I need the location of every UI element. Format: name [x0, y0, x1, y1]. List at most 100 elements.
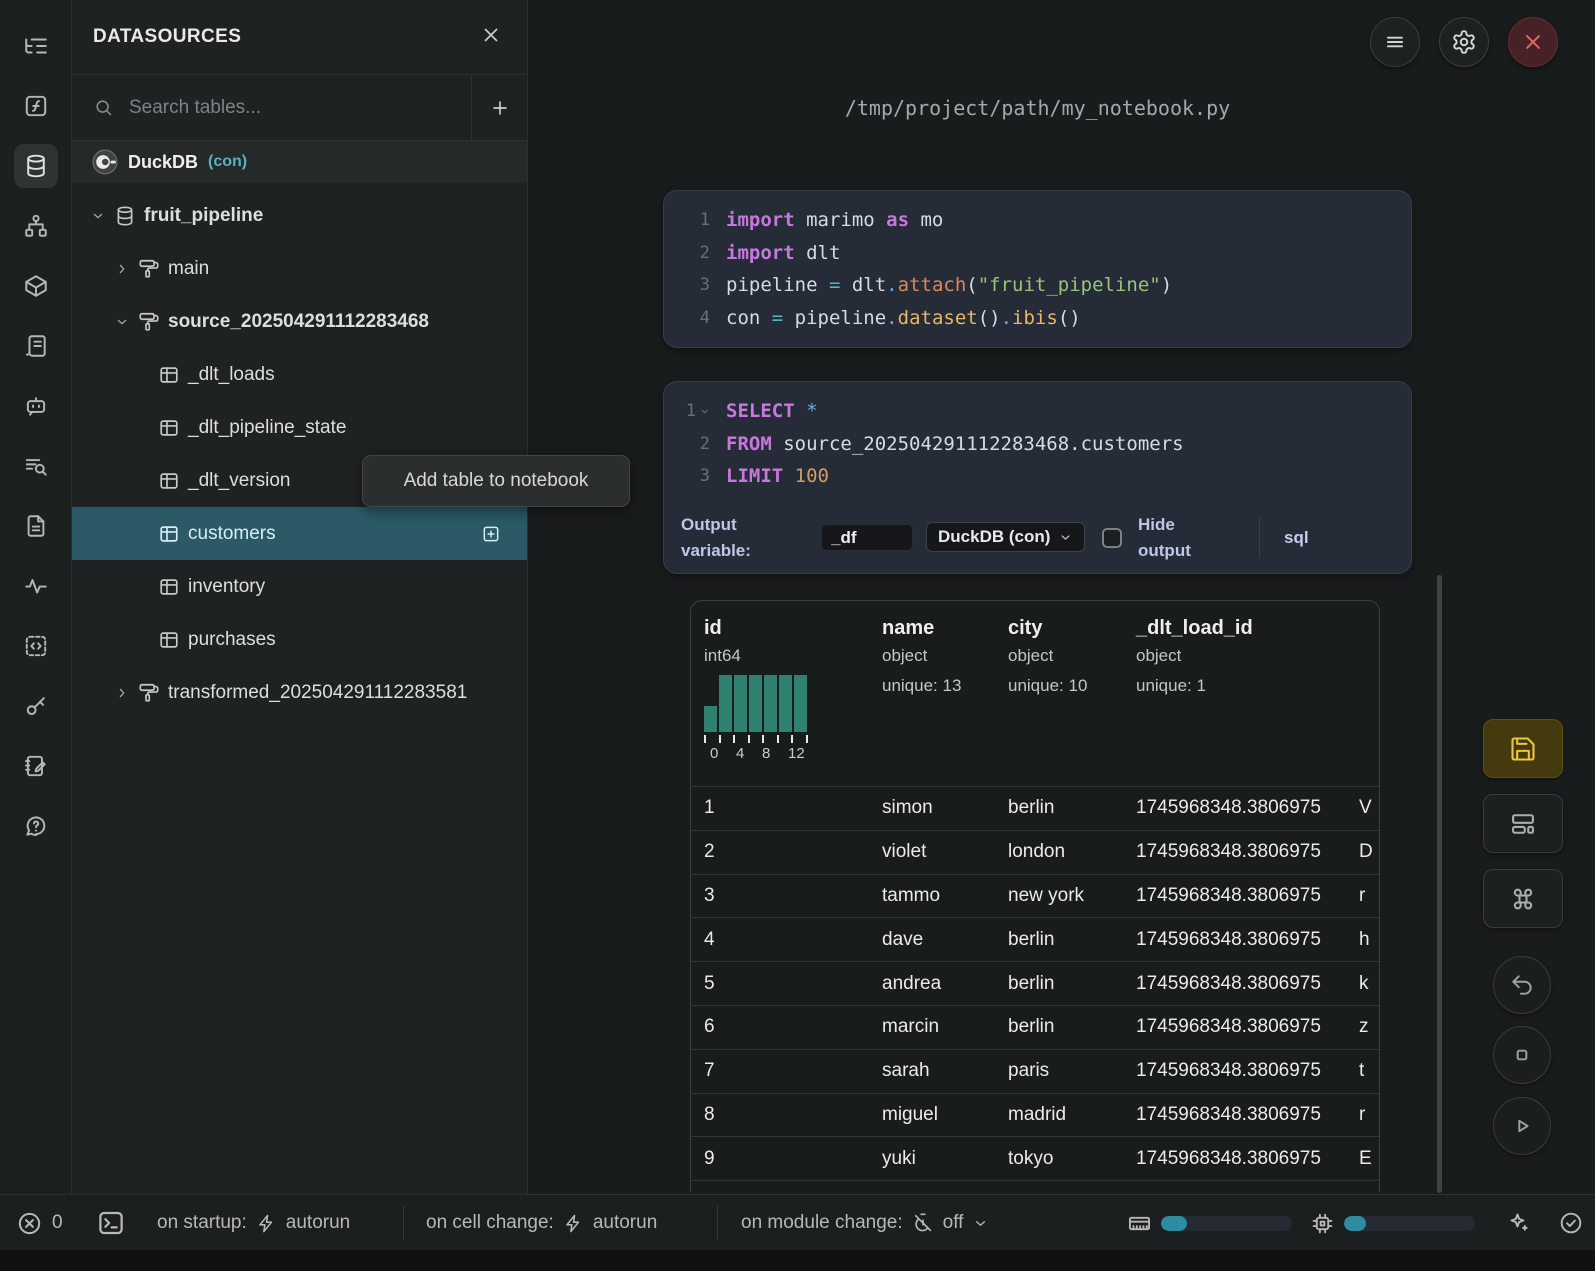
- sidebar-trace-search-button[interactable]: [14, 444, 58, 488]
- column-header-id[interactable]: idint6404812: [691, 617, 869, 786]
- terminal-button[interactable]: [96, 1195, 126, 1251]
- sidebar-help-button[interactable]: [14, 804, 58, 848]
- sidebar-secrets-key-button[interactable]: [14, 684, 58, 728]
- function-icon: [23, 93, 49, 119]
- tree-item-purchases[interactable]: purchases: [72, 613, 527, 666]
- sidebar-package-button[interactable]: [14, 264, 58, 308]
- tree-item-source_202504291112283468[interactable]: source_202504291112283468: [72, 295, 527, 348]
- chevron-down-icon[interactable]: [114, 314, 130, 330]
- table-icon: [158, 629, 180, 651]
- code-line[interactable]: 3pipeline = dlt.attach("fruit_pipeline"): [664, 269, 1411, 302]
- vertical-scrollbar[interactable]: [1437, 575, 1442, 1193]
- snippets-icon: [23, 633, 49, 659]
- tree-item-label: fruit_pipeline: [144, 205, 263, 227]
- add-table-to-notebook-button[interactable]: [481, 524, 501, 544]
- command-palette-button[interactable]: [1483, 869, 1563, 928]
- tree-item-_dlt_loads[interactable]: _dlt_loads: [72, 348, 527, 401]
- undo-button[interactable]: [1493, 956, 1551, 1014]
- language-badge-sql[interactable]: sql: [1284, 528, 1309, 548]
- schema-icon: [138, 258, 160, 280]
- circle-x-icon: [16, 1210, 43, 1237]
- table-cell: 2: [691, 841, 869, 863]
- duckdb-logo: [92, 149, 118, 175]
- code-line[interactable]: 3LIMIT 100: [664, 460, 1411, 493]
- code-line[interactable]: 4con = pipeline.dataset().ibis(): [664, 302, 1411, 335]
- table-cell: violet: [869, 841, 995, 863]
- sidebar-snippets-button[interactable]: [14, 624, 58, 668]
- table-row: 2violetlondon1745968348.3806975D: [691, 830, 1379, 874]
- column-dtype: object: [1136, 646, 1353, 666]
- sidebar-database-button[interactable]: [14, 144, 58, 188]
- code-cell-python[interactable]: 1import marimo as mo2import dlt3pipeline…: [663, 190, 1412, 348]
- code-cell-sql[interactable]: 1SELECT *2FROM source_202504291112283468…: [663, 381, 1412, 574]
- table-cell: r: [1353, 1104, 1379, 1126]
- column-header-_dlt_load_id[interactable]: _dlt_load_idobjectunique: 1: [1123, 617, 1353, 786]
- settings-button[interactable]: [1439, 17, 1489, 67]
- column-header-city[interactable]: cityobjectunique: 10: [995, 617, 1123, 786]
- table-cell: madrid: [995, 1104, 1123, 1126]
- sidebar-chat-bot-button[interactable]: [14, 384, 58, 428]
- save-button[interactable]: [1483, 719, 1563, 778]
- code-line[interactable]: 2FROM source_202504291112283468.customer…: [664, 428, 1411, 461]
- scratchpad-icon: [23, 753, 49, 779]
- on-module-change-toggle[interactable]: on module change: off: [741, 1195, 989, 1251]
- sidebar-file-tree-button[interactable]: [14, 24, 58, 68]
- run-button[interactable]: [1493, 1097, 1551, 1155]
- tree-item-transformed_202504291112283581[interactable]: transformed_202504291112283581: [72, 666, 527, 719]
- table-row: 3tammonew york1745968348.3806975r: [691, 874, 1379, 918]
- tree-item-fruit_pipeline[interactable]: fruit_pipeline: [72, 189, 527, 242]
- menu-button[interactable]: [1370, 17, 1420, 67]
- run-icon: [1509, 1113, 1535, 1139]
- add-datasource-button[interactable]: [471, 75, 527, 140]
- fold-chevron-icon[interactable]: [699, 406, 710, 417]
- window-bottom-edge: [0, 1250, 1595, 1271]
- tree-item-customers[interactable]: customers: [72, 507, 527, 560]
- tree-item-main[interactable]: main: [72, 242, 527, 295]
- code-line[interactable]: 1SELECT *: [664, 395, 1411, 428]
- on-cell-change-toggle[interactable]: on cell change: autorun: [426, 1195, 657, 1251]
- table-cell: marcin: [869, 1016, 995, 1038]
- layout-button[interactable]: [1483, 794, 1563, 853]
- table-cell: london: [995, 841, 1123, 863]
- output-variable-input[interactable]: [821, 524, 913, 551]
- connection-status-button[interactable]: [1558, 1195, 1584, 1251]
- line-number: 3: [664, 466, 726, 486]
- search-tables-input[interactable]: [127, 96, 471, 120]
- chevron-right-icon[interactable]: [114, 685, 130, 701]
- chevron-right-icon[interactable]: [114, 261, 130, 277]
- sidebar-logs-button[interactable]: [14, 324, 58, 368]
- errors-indicator[interactable]: 0: [16, 1195, 63, 1251]
- column-header-name[interactable]: nameobjectunique: 13: [869, 617, 995, 786]
- sidebar-documentation-button[interactable]: [14, 504, 58, 548]
- python-code-editor[interactable]: 1import marimo as mo2import dlt3pipeline…: [664, 191, 1411, 334]
- memory-meter: [1127, 1195, 1292, 1251]
- shutdown-button[interactable]: [1508, 17, 1558, 67]
- code-text: pipeline = dlt.attach("fruit_pipeline"): [726, 274, 1172, 296]
- tree-item-inventory[interactable]: inventory: [72, 560, 527, 613]
- engine-select[interactable]: DuckDB (con): [926, 522, 1085, 552]
- datasources-header: DATASOURCES: [72, 0, 527, 75]
- code-line[interactable]: 1import marimo as mo: [664, 204, 1411, 237]
- hide-output-checkbox[interactable]: [1102, 528, 1122, 548]
- tree-item-_dlt_pipeline_state[interactable]: _dlt_pipeline_state: [72, 401, 527, 454]
- line-number: 1: [664, 210, 726, 230]
- close-panel-button[interactable]: [479, 23, 503, 52]
- table-row: 7sarahparis1745968348.3806975t: [691, 1049, 1379, 1093]
- table-cell: D: [1353, 841, 1379, 863]
- sidebar-function-button[interactable]: [14, 84, 58, 128]
- tooltip-add-table: Add table to notebook: [362, 455, 630, 507]
- duckdb-connection-row[interactable]: DuckDB (con): [72, 141, 527, 183]
- on-startup-toggle[interactable]: on startup: autorun: [157, 1195, 350, 1251]
- chevron-down-icon[interactable]: [90, 208, 106, 224]
- sidebar-dependency-graph-button[interactable]: [14, 204, 58, 248]
- stop-button[interactable]: [1493, 1026, 1551, 1084]
- sidebar-scratchpad-button[interactable]: [14, 744, 58, 788]
- cpu-usage-bar: [1344, 1216, 1475, 1231]
- save-icon: [1509, 735, 1537, 763]
- code-line[interactable]: 2import dlt: [664, 237, 1411, 270]
- ai-assistant-button[interactable]: [1505, 1195, 1531, 1251]
- sidebar-activity-pulse-button[interactable]: [14, 564, 58, 608]
- table-cell: 7: [691, 1060, 869, 1082]
- tree-item-label: main: [168, 258, 209, 280]
- sql-code-editor[interactable]: 1SELECT *2FROM source_202504291112283468…: [664, 382, 1411, 493]
